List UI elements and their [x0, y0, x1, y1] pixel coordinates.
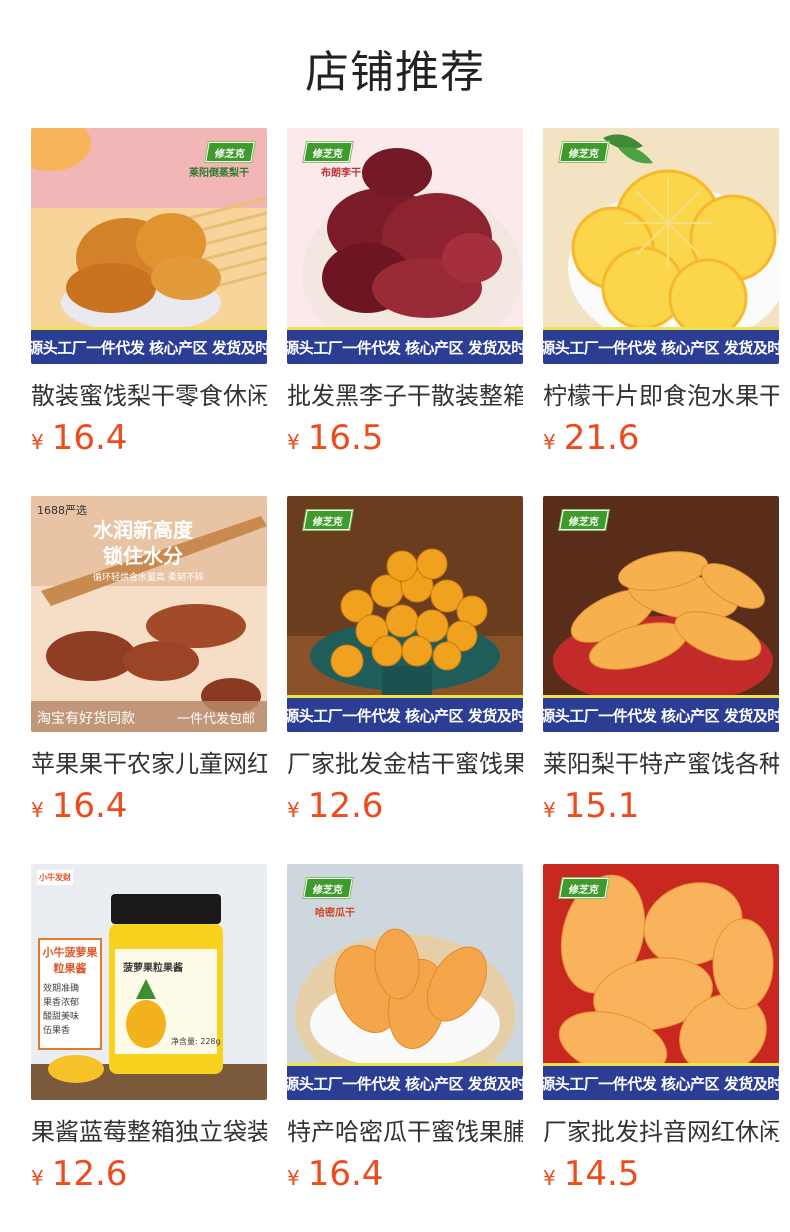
product-image[interactable]: 1688严选 水润新高度 锁住水分 循环轻烘含水量高 柔韧不碎 淘宝有好货同款 … [31, 496, 267, 732]
promo-banner: 源头工厂一件代发 核心产区 发货及时 [543, 695, 779, 732]
product-name[interactable]: 果酱蓝莓整箱独立袋装 [31, 1112, 267, 1147]
jam-feature: 伍果香 [43, 1026, 71, 1036]
product-label: 哈密瓜干 [315, 908, 355, 919]
product-price: ¥ 14.5 [543, 1154, 639, 1194]
product-label: 莱阳倒蒸梨干 [189, 168, 249, 179]
product-price: ¥ 21.6 [543, 418, 639, 458]
product-name[interactable]: 厂家批发抖音网红休闲 [543, 1112, 779, 1147]
promo-banner: 源头工厂一件代发 核心产区 发货及时 [287, 327, 523, 364]
currency-symbol: ¥ [31, 430, 44, 454]
currency-symbol: ¥ [31, 798, 44, 822]
product-image[interactable]: 修芝克 源头工厂一件代发 核心产区 发货及时 [287, 496, 523, 732]
product-price: ¥ 12.6 [31, 1154, 127, 1194]
product-image[interactable]: 修芝克 源头工厂一件代发 核心产区 发货及时 [543, 864, 779, 1100]
jar-net-weight: 净含量: 228g [171, 1037, 221, 1046]
brand-logo: 修芝克 [559, 142, 609, 162]
currency-symbol: ¥ [287, 430, 300, 454]
product-card[interactable]: 修芝克 源头工厂一件代发 核心产区 发货及时 柠檬干片即食泡水果干 ¥ 21.6 [543, 128, 779, 468]
product-name[interactable]: 莱阳梨干特产蜜饯各种 [543, 744, 779, 779]
footer-right: 一件代发包邮 [177, 712, 256, 727]
headline: 水润新高度 [93, 518, 193, 542]
tag-label: 1688严选 [37, 504, 87, 517]
currency-symbol: ¥ [543, 1166, 556, 1190]
footer-left: 淘宝有好货同款 [37, 711, 135, 727]
product-image[interactable]: 修芝克 莱阳倒蒸梨干 源头工厂一件代发 核心产区 发货及时 [31, 128, 267, 364]
product-price: ¥ 16.4 [31, 786, 127, 826]
product-image[interactable]: 修芝克 源头工厂一件代发 核心产区 发货及时 [543, 496, 779, 732]
promo-banner: 源头工厂一件代发 核心产区 发货及时 [287, 695, 523, 732]
headline-2: 锁住水分 [103, 544, 183, 568]
product-card[interactable]: 修芝克 莱阳倒蒸梨干 源头工厂一件代发 核心产区 发货及时 散装蜜饯梨干零食休闲… [31, 128, 267, 468]
brand-logo: 修芝克 [303, 142, 353, 162]
product-card[interactable]: 修芝克 源头工厂一件代发 核心产区 发货及时 莱阳梨干特产蜜饯各种 ¥ 15.1 [543, 496, 779, 836]
brand-logo: 修芝克 [559, 878, 609, 898]
product-name[interactable]: 柠檬干片即食泡水果干 [543, 376, 779, 411]
product-name[interactable]: 散装蜜饯梨干零食休闲 [31, 376, 267, 411]
product-image[interactable]: 修芝克 源头工厂一件代发 核心产区 发货及时 [543, 128, 779, 364]
price-value: 12.6 [51, 1154, 128, 1194]
product-image[interactable]: 修芝克 布朗李干 源头工厂一件代发 核心产区 发货及时 [287, 128, 523, 364]
product-image[interactable]: 小牛发财 小牛菠萝果粒果酱 效期准确 果香浓郁 酸甜美味 伍果香 菠萝果粒果酱 … [31, 864, 267, 1100]
price-value: 16.4 [51, 418, 128, 458]
brand-logo: 修芝克 [303, 510, 353, 530]
product-price: ¥ 16.4 [31, 418, 127, 458]
currency-symbol: ¥ [543, 430, 556, 454]
product-name[interactable]: 苹果果干农家儿童网红 [31, 744, 267, 779]
product-name[interactable]: 特产哈密瓜干蜜饯果脯 [287, 1112, 523, 1147]
jam-title: 小牛菠萝果粒果酱 [42, 946, 98, 975]
price-value: 16.5 [307, 418, 384, 458]
promo-banner: 源头工厂一件代发 核心产区 发货及时 [287, 1063, 523, 1100]
price-value: 16.4 [51, 786, 128, 826]
price-value: 21.6 [563, 418, 640, 458]
brand-logo: 修芝克 [559, 510, 609, 530]
currency-symbol: ¥ [287, 798, 300, 822]
product-card[interactable]: 修芝克 哈密瓜干 源头工厂一件代发 核心产区 发货及时 特产哈密瓜干蜜饯果脯 ¥… [287, 864, 523, 1204]
product-card[interactable]: 修芝克 布朗李干 源头工厂一件代发 核心产区 发货及时 批发黑李子干散装整箱 ¥… [287, 128, 523, 468]
subheadline: 循环轻烘含水量高 柔韧不碎 [93, 573, 204, 583]
jam-feature: 酸甜美味 [43, 1012, 80, 1022]
currency-symbol: ¥ [543, 798, 556, 822]
jam-feature-list: 效期准确 果香浓郁 酸甜美味 伍果香 [43, 982, 79, 1038]
product-card[interactable]: 修芝克 源头工厂一件代发 核心产区 发货及时 厂家批发抖音网红休闲 ¥ 14.5 [543, 864, 779, 1204]
promo-banner: 源头工厂一件代发 核心产区 发货及时 [543, 1063, 779, 1100]
currency-symbol: ¥ [287, 1166, 300, 1190]
product-label: 布朗李干 [321, 168, 361, 179]
price-value: 12.6 [307, 786, 384, 826]
brand-logo: 修芝克 [303, 878, 353, 898]
product-price: ¥ 15.1 [543, 786, 639, 826]
product-name[interactable]: 厂家批发金桔干蜜饯果脯 [287, 744, 523, 779]
page-title: 店铺推荐 [305, 47, 485, 98]
product-card[interactable]: 1688严选 水润新高度 锁住水分 循环轻烘含水量高 柔韧不碎 淘宝有好货同款 … [31, 496, 267, 836]
promo-banner: 源头工厂一件代发 核心产区 发货及时 [31, 327, 267, 364]
jam-feature: 效期准确 [43, 984, 80, 994]
product-price: ¥ 12.6 [287, 786, 383, 826]
product-price: ¥ 16.4 [287, 1154, 383, 1194]
price-value: 16.4 [307, 1154, 384, 1194]
currency-symbol: ¥ [31, 1166, 44, 1190]
jar-label: 菠萝果粒果酱 [123, 963, 183, 974]
product-card[interactable]: 小牛发财 小牛菠萝果粒果酱 效期准确 果香浓郁 酸甜美味 伍果香 菠萝果粒果酱 … [31, 864, 267, 1204]
brand-logo: 修芝克 [205, 142, 255, 162]
jam-feature: 果香浓郁 [43, 998, 80, 1008]
price-value: 15.1 [563, 786, 640, 826]
store-badge: 小牛发财 [37, 870, 73, 885]
product-name[interactable]: 批发黑李子干散装整箱 [287, 376, 523, 411]
promo-banner: 源头工厂一件代发 核心产区 发货及时 [543, 327, 779, 364]
product-card[interactable]: 修芝克 源头工厂一件代发 核心产区 发货及时 厂家批发金桔干蜜饯果脯 ¥ 12.… [287, 496, 523, 836]
product-price: ¥ 16.5 [287, 418, 383, 458]
price-value: 14.5 [563, 1154, 640, 1194]
product-image[interactable]: 修芝克 哈密瓜干 源头工厂一件代发 核心产区 发货及时 [287, 864, 523, 1100]
